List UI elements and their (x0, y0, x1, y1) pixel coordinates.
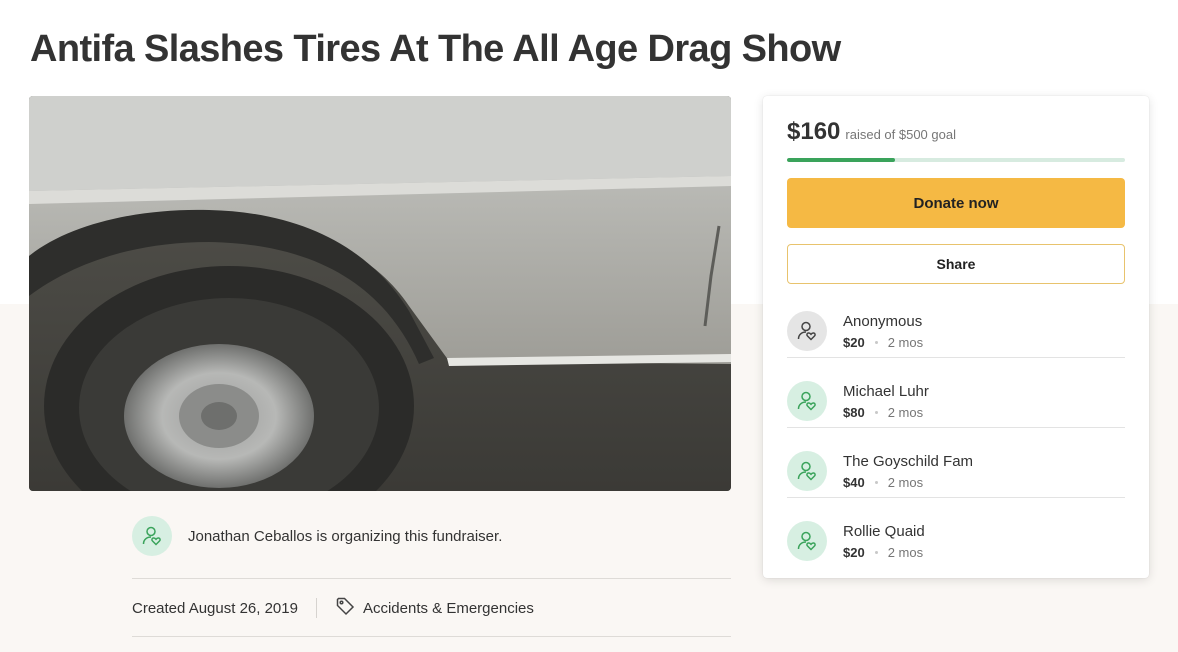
donor-amount: $20 (843, 545, 865, 560)
donor-amount: $20 (843, 335, 865, 350)
share-button[interactable]: Share (787, 244, 1125, 284)
divider (132, 578, 731, 579)
user-heart-icon (787, 451, 827, 491)
donate-now-button[interactable]: Donate now (787, 178, 1125, 228)
goal-text: raised of $500 goal (845, 127, 956, 142)
separator-dot (874, 551, 878, 554)
separator-dot (874, 411, 878, 414)
organizer-row: Jonathan Ceballos is organizing this fun… (132, 516, 731, 556)
divider (787, 427, 1125, 428)
separator-dot (874, 481, 878, 484)
divider (787, 357, 1125, 358)
donor-name: Michael Luhr (843, 383, 929, 400)
donor-item: Rollie Quaid $20 2 mos (787, 506, 1125, 576)
created-date: Created August 26, 2019 (132, 599, 298, 617)
organizer-text: Jonathan Ceballos is organizing this fun… (188, 527, 503, 545)
raised-amount: $160 (787, 118, 841, 145)
donor-name: The Goyschild Fam (843, 453, 974, 470)
raised-summary: $160 raised of $500 goal (787, 118, 956, 146)
donation-card: $160 raised of $500 goal Donate now Shar… (763, 96, 1149, 578)
tag-icon (335, 596, 355, 620)
donor-item: Anonymous $20 2 mos (787, 296, 1125, 366)
donor-time: 2 mos (887, 405, 924, 420)
donor-time: 2 mos (887, 545, 924, 560)
user-heart-icon (787, 521, 827, 561)
meta-separator (315, 598, 317, 618)
anonymous-user-icon (787, 311, 827, 351)
donor-time: 2 mos (887, 335, 924, 350)
donor-name: Rollie Quaid (843, 523, 925, 540)
donor-name: Anonymous (843, 313, 923, 330)
donor-item: Michael Luhr $80 2 mos (787, 366, 1125, 436)
separator-dot (874, 341, 878, 344)
page-title: Antifa Slashes Tires At The All Age Drag… (30, 28, 841, 70)
user-heart-icon (787, 381, 827, 421)
campaign-hero-image (29, 96, 731, 491)
donor-amount: $40 (843, 475, 865, 490)
progress-bar (787, 158, 1125, 162)
campaign-meta: Created August 26, 2019 Accidents & Emer… (132, 596, 534, 620)
category-link[interactable]: Accidents & Emergencies (335, 596, 534, 620)
user-heart-icon (132, 516, 172, 556)
donor-item: The Goyschild Fam $40 2 mos (787, 436, 1125, 506)
category-label: Accidents & Emergencies (362, 599, 534, 617)
divider (132, 636, 731, 637)
donor-amount: $80 (843, 405, 865, 420)
divider (787, 497, 1125, 498)
progress-fill (787, 158, 896, 162)
donor-time: 2 mos (887, 475, 924, 490)
